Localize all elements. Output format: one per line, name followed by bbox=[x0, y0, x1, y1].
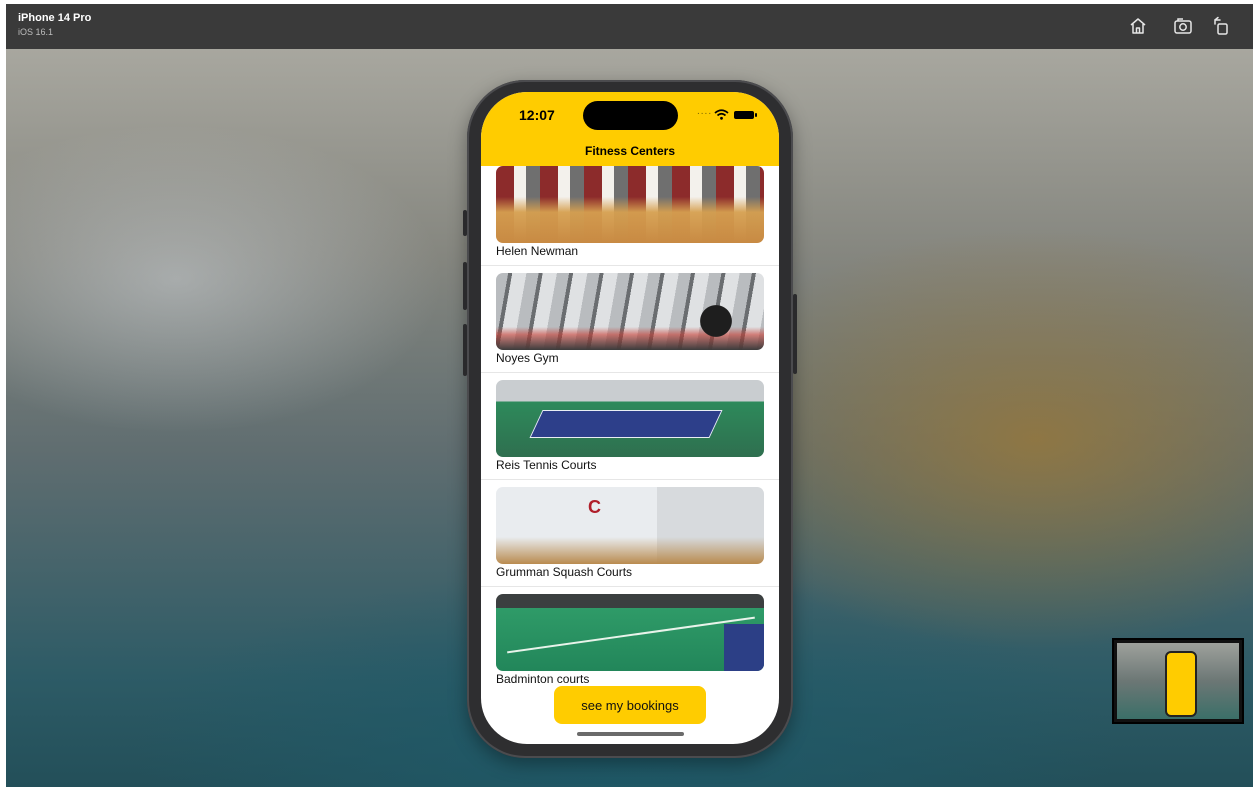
divider bbox=[481, 372, 779, 373]
facility-photo bbox=[496, 166, 764, 243]
facility-name: Helen Newman bbox=[496, 244, 579, 258]
iphone-device: 12:07 .... Fitness Centers Helen Newman … bbox=[463, 80, 797, 758]
navigation-bar: Fitness Centers bbox=[481, 136, 779, 166]
wifi-icon bbox=[714, 109, 729, 120]
facility-name: Noyes Gym bbox=[496, 351, 559, 365]
see-my-bookings-button[interactable]: see my bookings bbox=[554, 686, 706, 724]
window-preview-thumbnail[interactable] bbox=[1112, 638, 1244, 724]
home-icon bbox=[1130, 18, 1146, 34]
screenshot-button[interactable] bbox=[1172, 15, 1194, 37]
status-bar: 12:07 .... bbox=[481, 92, 779, 136]
rotate-button[interactable] bbox=[1211, 15, 1233, 37]
home-button[interactable] bbox=[1127, 15, 1149, 37]
simulator-toolbar: iPhone 14 Pro iOS 16.1 bbox=[6, 4, 1253, 49]
divider bbox=[481, 479, 779, 480]
home-indicator[interactable] bbox=[577, 732, 684, 736]
volume-down-button bbox=[463, 324, 467, 376]
action-button bbox=[463, 210, 467, 236]
facility-list[interactable]: Helen Newman Noyes Gym Reis Tennis Court… bbox=[481, 166, 779, 684]
divider bbox=[481, 586, 779, 587]
divider bbox=[481, 265, 779, 266]
facility-name: Reis Tennis Courts bbox=[496, 458, 597, 472]
preview-phone bbox=[1165, 651, 1197, 717]
facility-photo: C bbox=[496, 487, 764, 564]
facility-photo bbox=[496, 273, 764, 350]
signal-icon: .... bbox=[697, 106, 713, 117]
power-button bbox=[793, 294, 797, 374]
screenshot-icon bbox=[1174, 18, 1192, 34]
os-version: iOS 16.1 bbox=[18, 27, 54, 37]
status-time: 12:07 bbox=[519, 107, 555, 123]
rotate-icon bbox=[1214, 16, 1228, 35]
facility-name: Grumman Squash Courts bbox=[496, 565, 633, 579]
facility-name: Badminton courts bbox=[496, 672, 590, 684]
facility-photo bbox=[496, 380, 764, 457]
volume-up-button bbox=[463, 262, 467, 310]
dynamic-island bbox=[583, 101, 678, 130]
page-title: Fitness Centers bbox=[584, 144, 676, 158]
phone-screen: 12:07 .... Fitness Centers Helen Newman … bbox=[481, 92, 779, 744]
facility-photo bbox=[496, 594, 764, 671]
battery-icon bbox=[734, 111, 757, 119]
device-name: iPhone 14 Pro bbox=[18, 12, 92, 24]
preview-image bbox=[1117, 643, 1239, 719]
